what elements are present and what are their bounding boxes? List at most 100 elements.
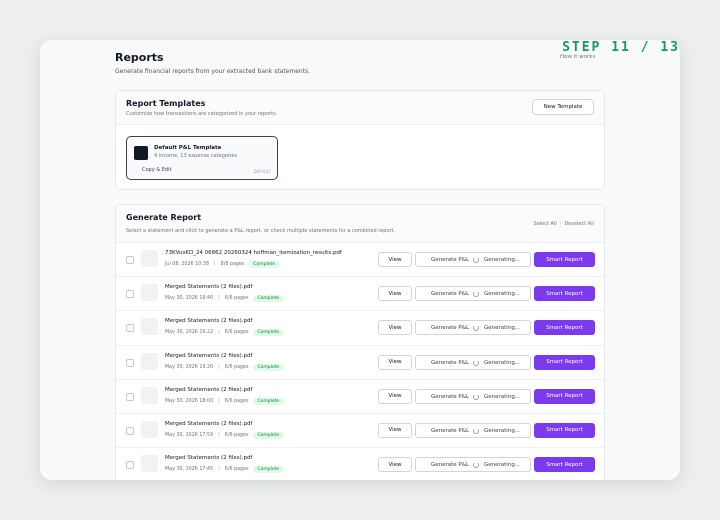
generate-pl-label: Generate P&L: [431, 291, 470, 298]
row-checkbox[interactable]: [126, 256, 134, 264]
spinner-icon: [473, 291, 479, 298]
meta-divider: |: [218, 330, 220, 336]
generating-label: Generating...: [484, 325, 521, 332]
meta-divider: |: [218, 296, 220, 302]
spinner-icon: [473, 325, 479, 332]
generate-pl-button[interactable]: Generate P&L Generating...: [415, 252, 531, 267]
view-button[interactable]: View: [378, 320, 412, 336]
file-thumbnail: [141, 455, 158, 473]
new-template-button[interactable]: New Template: [532, 99, 594, 115]
file-thumbnail: [141, 420, 158, 438]
file-meta: May 30, 2026 17:59 | 6/6 pages Complete: [165, 431, 285, 439]
view-button[interactable]: View: [378, 286, 412, 302]
row-checkbox[interactable]: [126, 324, 134, 333]
row-checkbox[interactable]: [126, 290, 134, 299]
spinner-icon: [473, 359, 479, 366]
view-button[interactable]: View: [378, 422, 412, 438]
meta-divider: |: [218, 432, 220, 438]
smart-report-button[interactable]: Smart Report: [534, 388, 595, 404]
select-all-link[interactable]: Select All: [534, 221, 557, 227]
generating-label: Generating...: [484, 291, 521, 298]
row-checkbox[interactable]: [126, 426, 134, 435]
file-date: May 30, 2026 19:20: [165, 364, 214, 370]
file-meta: May 30, 2026 18:00 | 6/6 pages Complete: [165, 397, 285, 405]
statement-list: 73KVusKD_24 06862 20260324 hoffman_itemi…: [116, 243, 604, 480]
file-pages: 6/6 pages: [224, 432, 249, 438]
file-thumbnail: [141, 250, 158, 267]
status-badge: Complete: [252, 397, 285, 405]
file-date: May 30, 2026 19:40: [165, 296, 214, 302]
smart-report-button[interactable]: Smart Report: [534, 354, 595, 370]
deselect-all-link[interactable]: Deselect All: [564, 221, 594, 227]
spinner-icon: [473, 257, 479, 263]
file-date: May 30, 2026 18:00: [165, 398, 214, 404]
row-checkbox[interactable]: [126, 392, 134, 401]
template-icon: [134, 146, 148, 160]
file-name: Merged Statements (2 files).pdf: [165, 284, 253, 291]
link-divider: |: [559, 221, 562, 227]
status-badge: Complete: [252, 431, 285, 439]
view-button[interactable]: View: [378, 354, 412, 370]
row-checkbox[interactable]: [126, 358, 134, 367]
generate-report-card: Generate Report Select a statement and c…: [115, 204, 605, 480]
file-thumbnail: [141, 352, 158, 370]
statement-row: Merged Statements (2 files).pdf May 30, …: [116, 380, 604, 414]
template-tile-default[interactable]: Default P&L Template 4 income, 13 expens…: [126, 136, 278, 180]
smart-report-button[interactable]: Smart Report: [534, 252, 595, 267]
template-name: Default P&L Template: [154, 145, 222, 151]
file-name: Merged Statements (2 files).pdf: [165, 455, 253, 462]
spinner-icon: [473, 462, 479, 469]
generate-pl-button[interactable]: Generate P&L Generating...: [415, 354, 531, 370]
generate-pl-button[interactable]: Generate P&L Generating...: [415, 320, 531, 336]
generate-pl-label: Generate P&L: [431, 257, 470, 263]
generate-pl-label: Generate P&L: [431, 393, 470, 400]
app-window: Reports Generate financial reports from …: [40, 40, 680, 480]
file-pages: 6/6 pages: [224, 364, 249, 370]
view-button[interactable]: View: [378, 388, 412, 404]
generate-pl-button[interactable]: Generate P&L Generating...: [415, 286, 531, 302]
file-date: Jul 08, 2026 10:38: [165, 262, 210, 267]
statement-row: Merged Statements (2 files).pdf May 30, …: [116, 414, 604, 449]
file-meta: Jul 08, 2026 10:38 | 8/8 pages Complete: [165, 261, 281, 268]
file-name: Merged Statements (2 files).pdf: [165, 352, 253, 359]
page-title: Reports: [115, 51, 164, 64]
report-templates-card: Report Templates Customize how transacti…: [115, 90, 605, 190]
smart-report-button[interactable]: Smart Report: [534, 286, 595, 302]
file-pages: 6/6 pages: [224, 330, 249, 336]
statement-row: Merged Statements (2 files).pdf May 30, …: [116, 311, 604, 346]
smart-report-button[interactable]: Smart Report: [534, 457, 595, 473]
templates-header: Report Templates Customize how transacti…: [116, 91, 604, 125]
generate-pl-button[interactable]: Generate P&L Generating...: [415, 388, 531, 404]
file-meta: May 30, 2026 17:45 | 6/6 pages Complete: [165, 466, 285, 474]
file-thumbnail: [141, 386, 158, 404]
generate-pl-label: Generate P&L: [431, 359, 470, 366]
view-button[interactable]: View: [378, 457, 412, 473]
step-indicator: STEP 11 / 13: [562, 40, 680, 55]
meta-divider: |: [218, 467, 220, 473]
generate-description: Select a statement and click to generate…: [126, 228, 396, 234]
file-name: Merged Statements (2 files).pdf: [165, 318, 253, 325]
generate-pl-button[interactable]: Generate P&L Generating...: [415, 422, 531, 438]
generating-label: Generating...: [484, 359, 521, 366]
row-checkbox[interactable]: [126, 461, 134, 470]
smart-report-button[interactable]: Smart Report: [534, 320, 595, 336]
file-pages: 6/6 pages: [224, 467, 249, 473]
generating-label: Generating...: [484, 257, 521, 263]
generate-pl-button[interactable]: Generate P&L Generating...: [415, 457, 531, 473]
generate-title: Generate Report: [126, 213, 202, 222]
meta-divider: |: [218, 364, 220, 370]
copy-edit-link[interactable]: Copy & Edit: [142, 167, 171, 173]
meta-divider: |: [218, 398, 220, 404]
smart-report-button[interactable]: Smart Report: [534, 422, 595, 438]
file-thumbnail: [141, 284, 158, 302]
default-badge: DEFAULT: [253, 169, 271, 174]
statement-row: Merged Statements (2 files).pdf May 30, …: [116, 346, 604, 380]
status-badge: Complete: [252, 295, 285, 303]
file-meta: May 30, 2026 19:20 | 6/6 pages Complete: [165, 363, 285, 371]
generating-label: Generating...: [484, 462, 521, 469]
statement-row: 73KVusKD_24 06862 20260324 hoffman_itemi…: [116, 243, 604, 278]
generate-pl-label: Generate P&L: [431, 427, 470, 434]
file-meta: May 30, 2026 19:22 | 6/6 pages Complete: [165, 329, 285, 337]
view-button[interactable]: View: [378, 252, 412, 267]
file-date: May 30, 2026 19:22: [165, 330, 214, 336]
